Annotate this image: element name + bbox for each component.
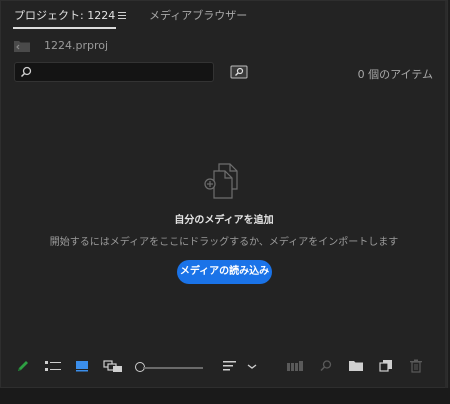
new-bin-icon[interactable] <box>348 359 364 373</box>
tab-media-browser-label: メディアブラウザー <box>149 9 248 22</box>
search-icon <box>20 66 32 78</box>
find-icon <box>320 360 332 372</box>
item-count: 0 個のアイテム <box>357 68 433 81</box>
import-media-button[interactable]: メディアの読み込み <box>177 260 272 284</box>
pencil-icon[interactable] <box>16 359 30 373</box>
project-folder-icon <box>14 41 30 52</box>
trash-icon <box>410 359 422 373</box>
search-input[interactable] <box>37 65 207 79</box>
add-media-icon <box>204 163 238 199</box>
project-file-name: 1224.prproj <box>44 39 109 52</box>
tab-project[interactable]: プロジェクト: 1224 <box>13 9 117 29</box>
list-view-icon[interactable] <box>44 359 62 373</box>
empty-state-description: 開始するにはメディアをここにドラッグするか、メディアをインポートします <box>49 237 399 248</box>
tab-project-label: プロジェクト: 1224 <box>14 9 116 22</box>
panel-bottom-edge <box>0 388 450 404</box>
panel-scrollbar[interactable] <box>445 1 447 389</box>
sort-icon[interactable] <box>223 359 237 373</box>
new-item-icon[interactable] <box>379 359 393 373</box>
find-icon[interactable] <box>230 65 248 79</box>
search-field[interactable] <box>14 62 214 82</box>
active-tab-underline <box>13 27 117 29</box>
project-panel: プロジェクト: 1224 メディアブラウザー 1224.prproj 0 個のア… <box>0 0 448 389</box>
panel-tabs: プロジェクト: 1224 メディアブラウザー <box>1 1 447 29</box>
chevron-down-icon[interactable] <box>247 359 257 373</box>
automate-to-sequence-icon <box>287 361 303 371</box>
tab-media-browser[interactable]: メディアブラウザー <box>149 9 247 23</box>
freeform-view-icon[interactable] <box>103 359 123 373</box>
icon-view-icon[interactable] <box>75 359 89 373</box>
empty-state-title: 自分のメディアを追加 <box>174 215 274 226</box>
zoom-slider[interactable] <box>143 367 203 369</box>
panel-menu-icon[interactable] <box>117 9 127 23</box>
